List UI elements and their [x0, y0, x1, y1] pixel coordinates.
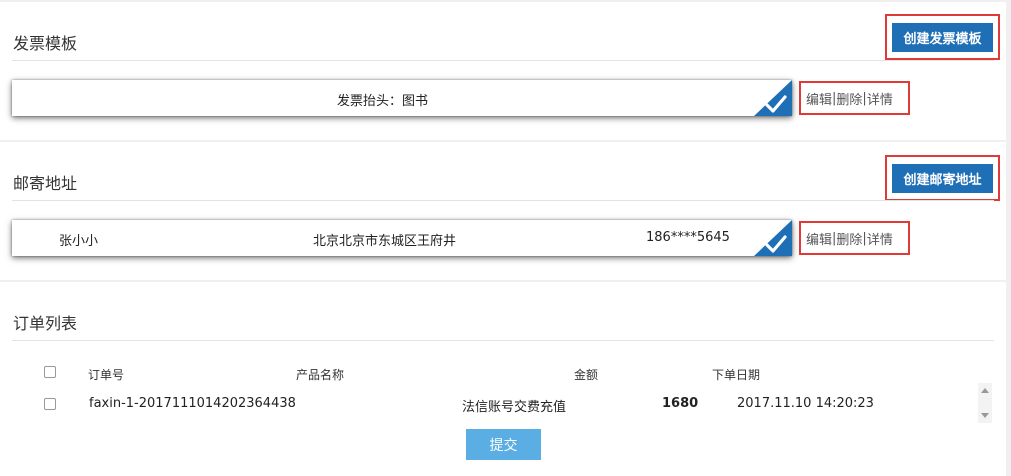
table-scrollbar[interactable]	[978, 383, 992, 423]
select-all-checkbox[interactable]	[44, 366, 56, 378]
address-divider	[12, 200, 994, 201]
product-cell: 法信账号交费充值	[462, 400, 567, 415]
create-address-highlight: 创建邮寄地址	[885, 155, 1000, 201]
address-card[interactable]: 张小小 北京北京市东城区王府井 186****5645	[12, 220, 792, 256]
invoice-title-text: 发票抬头：图书	[337, 94, 429, 109]
create-invoice-template-button[interactable]: 创建发票模板	[892, 23, 993, 52]
header-date: 下单日期	[712, 368, 761, 382]
recipient-address: 北京北京市东城区王府井	[313, 234, 457, 249]
order-no-cell: faxin-1-201711101420236443​8	[89, 396, 296, 411]
create-invoice-highlight: 创建发票模板	[885, 14, 1000, 60]
orders-section-title: 订单列表	[13, 314, 78, 333]
scroll-down-icon[interactable]	[981, 413, 989, 418]
orders-divider	[12, 340, 994, 341]
selected-check-icon	[754, 220, 792, 256]
header-amount: 金额	[574, 368, 599, 382]
recipient-name: 张小小	[59, 234, 99, 249]
address-edit-link[interactable]: 编辑	[806, 229, 832, 248]
create-mailing-address-button[interactable]: 创建邮寄地址	[892, 164, 993, 193]
mailing-address-panel: 邮寄地址 创建邮寄地址 张小小 北京北京市东城区王府井 186****5645 …	[0, 142, 1006, 280]
invoice-edit-link[interactable]: 编辑	[806, 89, 832, 108]
invoice-template-card[interactable]: 发票抬头：图书	[12, 80, 792, 116]
header-order-no: 订单号	[88, 368, 125, 382]
invoice-delete-link[interactable]: 删除	[836, 89, 862, 108]
address-delete-link[interactable]: 删除	[836, 229, 862, 248]
submit-button[interactable]: 提交	[466, 429, 541, 460]
selected-check-icon	[754, 80, 792, 116]
invoice-section-title: 发票模板	[13, 34, 78, 53]
order-list-panel: 订单列表 订单号 产品名称 金额 下单日期 faxin-1-2017111014…	[0, 282, 1006, 476]
invoice-actions: 编辑 | 删除 | 详情	[799, 81, 910, 115]
date-cell: 2017.11.10 14:20:23	[737, 396, 874, 411]
header-product: 产品名称	[296, 368, 345, 382]
amount-cell: 1680	[662, 396, 699, 411]
scroll-up-icon[interactable]	[981, 388, 989, 393]
invoice-template-panel: 发票模板 创建发票模板 发票抬头：图书 编辑 | 删除 | 详情	[0, 2, 1006, 140]
address-detail-link[interactable]: 详情	[867, 229, 893, 248]
address-actions: 编辑 | 删除 | 详情	[799, 221, 910, 255]
row-checkbox[interactable]	[44, 398, 56, 410]
recipient-phone: 186****5645	[646, 230, 730, 245]
address-section-title: 邮寄地址	[13, 174, 78, 193]
invoice-divider	[12, 60, 994, 61]
invoice-detail-link[interactable]: 详情	[867, 89, 893, 108]
